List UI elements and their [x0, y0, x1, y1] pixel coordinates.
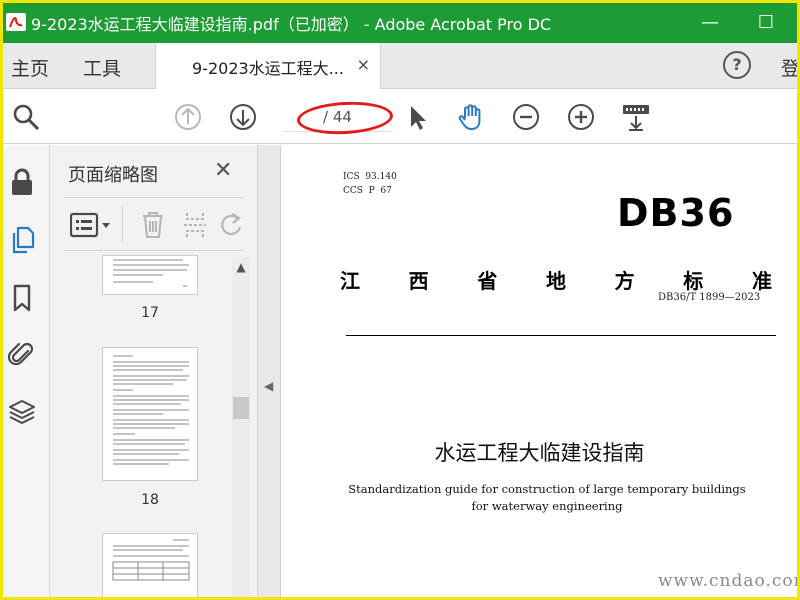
window-title: 9-2023水运工程大临建设指南.pdf（已加密） - Adobe Acroba…: [31, 15, 552, 34]
thumbnail-list: 17 18: [50, 255, 230, 597]
next-page-icon[interactable]: [228, 102, 258, 132]
thumbnails-panel: 页面缩略图 ✕ 17 18 ▲: [50, 145, 258, 597]
thumbnail-page-label: 17: [141, 305, 159, 321]
select-cursor-icon[interactable]: [403, 102, 433, 132]
menu-tools[interactable]: 工具: [83, 54, 121, 81]
document-tab[interactable]: 9-2023水运工程大... ×: [155, 43, 381, 89]
maximize-button[interactable]: ☐: [751, 9, 781, 37]
close-panel-icon[interactable]: ✕: [214, 158, 232, 183]
attachment-icon[interactable]: [8, 339, 36, 369]
thumbnail-page-label: 18: [141, 492, 159, 508]
tab-bar: 主页 工具 9-2023水运工程大... × ? 登: [3, 43, 797, 89]
delete-icon[interactable]: [140, 210, 166, 240]
toolbar: / 44: [3, 90, 797, 144]
thumbnail-toolbar: [64, 197, 244, 251]
document-page: ICS 93.140 CCS P 67 DB36 江 西 省 地 方 标 准 D…: [282, 145, 797, 597]
ccs-code: CCS P 67: [343, 186, 392, 196]
heading-char: 方: [614, 269, 635, 293]
thumbnail-page[interactable]: [102, 347, 198, 481]
menu-home[interactable]: 主页: [11, 54, 49, 81]
bookmark-icon[interactable]: [8, 283, 36, 313]
extract-pages-icon[interactable]: [182, 210, 208, 240]
heading-char: 西: [408, 269, 429, 293]
thumbnails-panel-title: 页面缩略图: [68, 165, 158, 186]
heading-char: 标: [683, 269, 704, 293]
heading-char: 省: [477, 269, 498, 293]
hand-tool-icon[interactable]: [456, 102, 486, 132]
thumbnail-scrollbar[interactable]: ▲: [232, 257, 250, 597]
minimize-button[interactable]: —: [695, 9, 725, 37]
thumbnail-page[interactable]: [102, 533, 198, 597]
title-bar: 9-2023水运工程大临建设指南.pdf（已加密） - Adobe Acroba…: [3, 3, 797, 43]
close-tab-icon[interactable]: ×: [357, 55, 370, 74]
heading-char: 准: [751, 269, 772, 293]
header-rule: [346, 335, 776, 336]
window-frame: 9-2023水运工程大临建设指南.pdf（已加密） - Adobe Acroba…: [0, 0, 800, 600]
scrollbar-thumb[interactable]: [233, 397, 249, 419]
layers-icon[interactable]: [8, 397, 36, 427]
login-button[interactable]: 登: [781, 54, 797, 81]
options-menu-icon[interactable]: [70, 212, 116, 238]
pages-icon[interactable]: [8, 225, 36, 255]
thumbnail-content: [112, 539, 190, 581]
scroll-up-icon[interactable]: ▲: [232, 257, 250, 277]
heading-char: 江: [340, 269, 360, 293]
standard-code: DB36/T 1899—2023: [658, 292, 761, 303]
collapse-panel-icon[interactable]: ◀: [264, 379, 273, 393]
standard-type-heading: 江 西 省 地 方 标 准: [340, 265, 772, 294]
navigation-rail: [3, 145, 50, 597]
document-tab-label: 9-2023水运工程大...: [192, 59, 344, 78]
toolbar-divider: [122, 206, 123, 242]
standard-logo: DB36: [617, 191, 735, 235]
search-icon[interactable]: [11, 102, 41, 132]
acrobat-logo-icon: [6, 13, 26, 31]
heading-char: 地: [545, 269, 566, 293]
fit-page-icon[interactable]: [621, 102, 651, 132]
zoom-in-icon[interactable]: [566, 102, 596, 132]
thumbnail-content: [113, 259, 189, 287]
watermark: www.cndao.com: [658, 571, 800, 591]
thumbnail-content: [113, 355, 189, 465]
zoom-out-icon[interactable]: [511, 102, 541, 132]
document-title-en: Standardization guide for construction o…: [348, 482, 746, 513]
rotate-icon[interactable]: [220, 210, 244, 240]
help-button[interactable]: ?: [723, 51, 751, 79]
ics-code: ICS 93.140: [343, 172, 397, 182]
lock-icon[interactable]: [8, 167, 36, 197]
prev-page-icon[interactable]: [173, 102, 203, 132]
document-title-cn: 水运工程大临建设指南: [434, 441, 645, 465]
thumbnail-page[interactable]: [102, 255, 198, 295]
panel-collapse-strip[interactable]: ◀: [258, 145, 281, 597]
